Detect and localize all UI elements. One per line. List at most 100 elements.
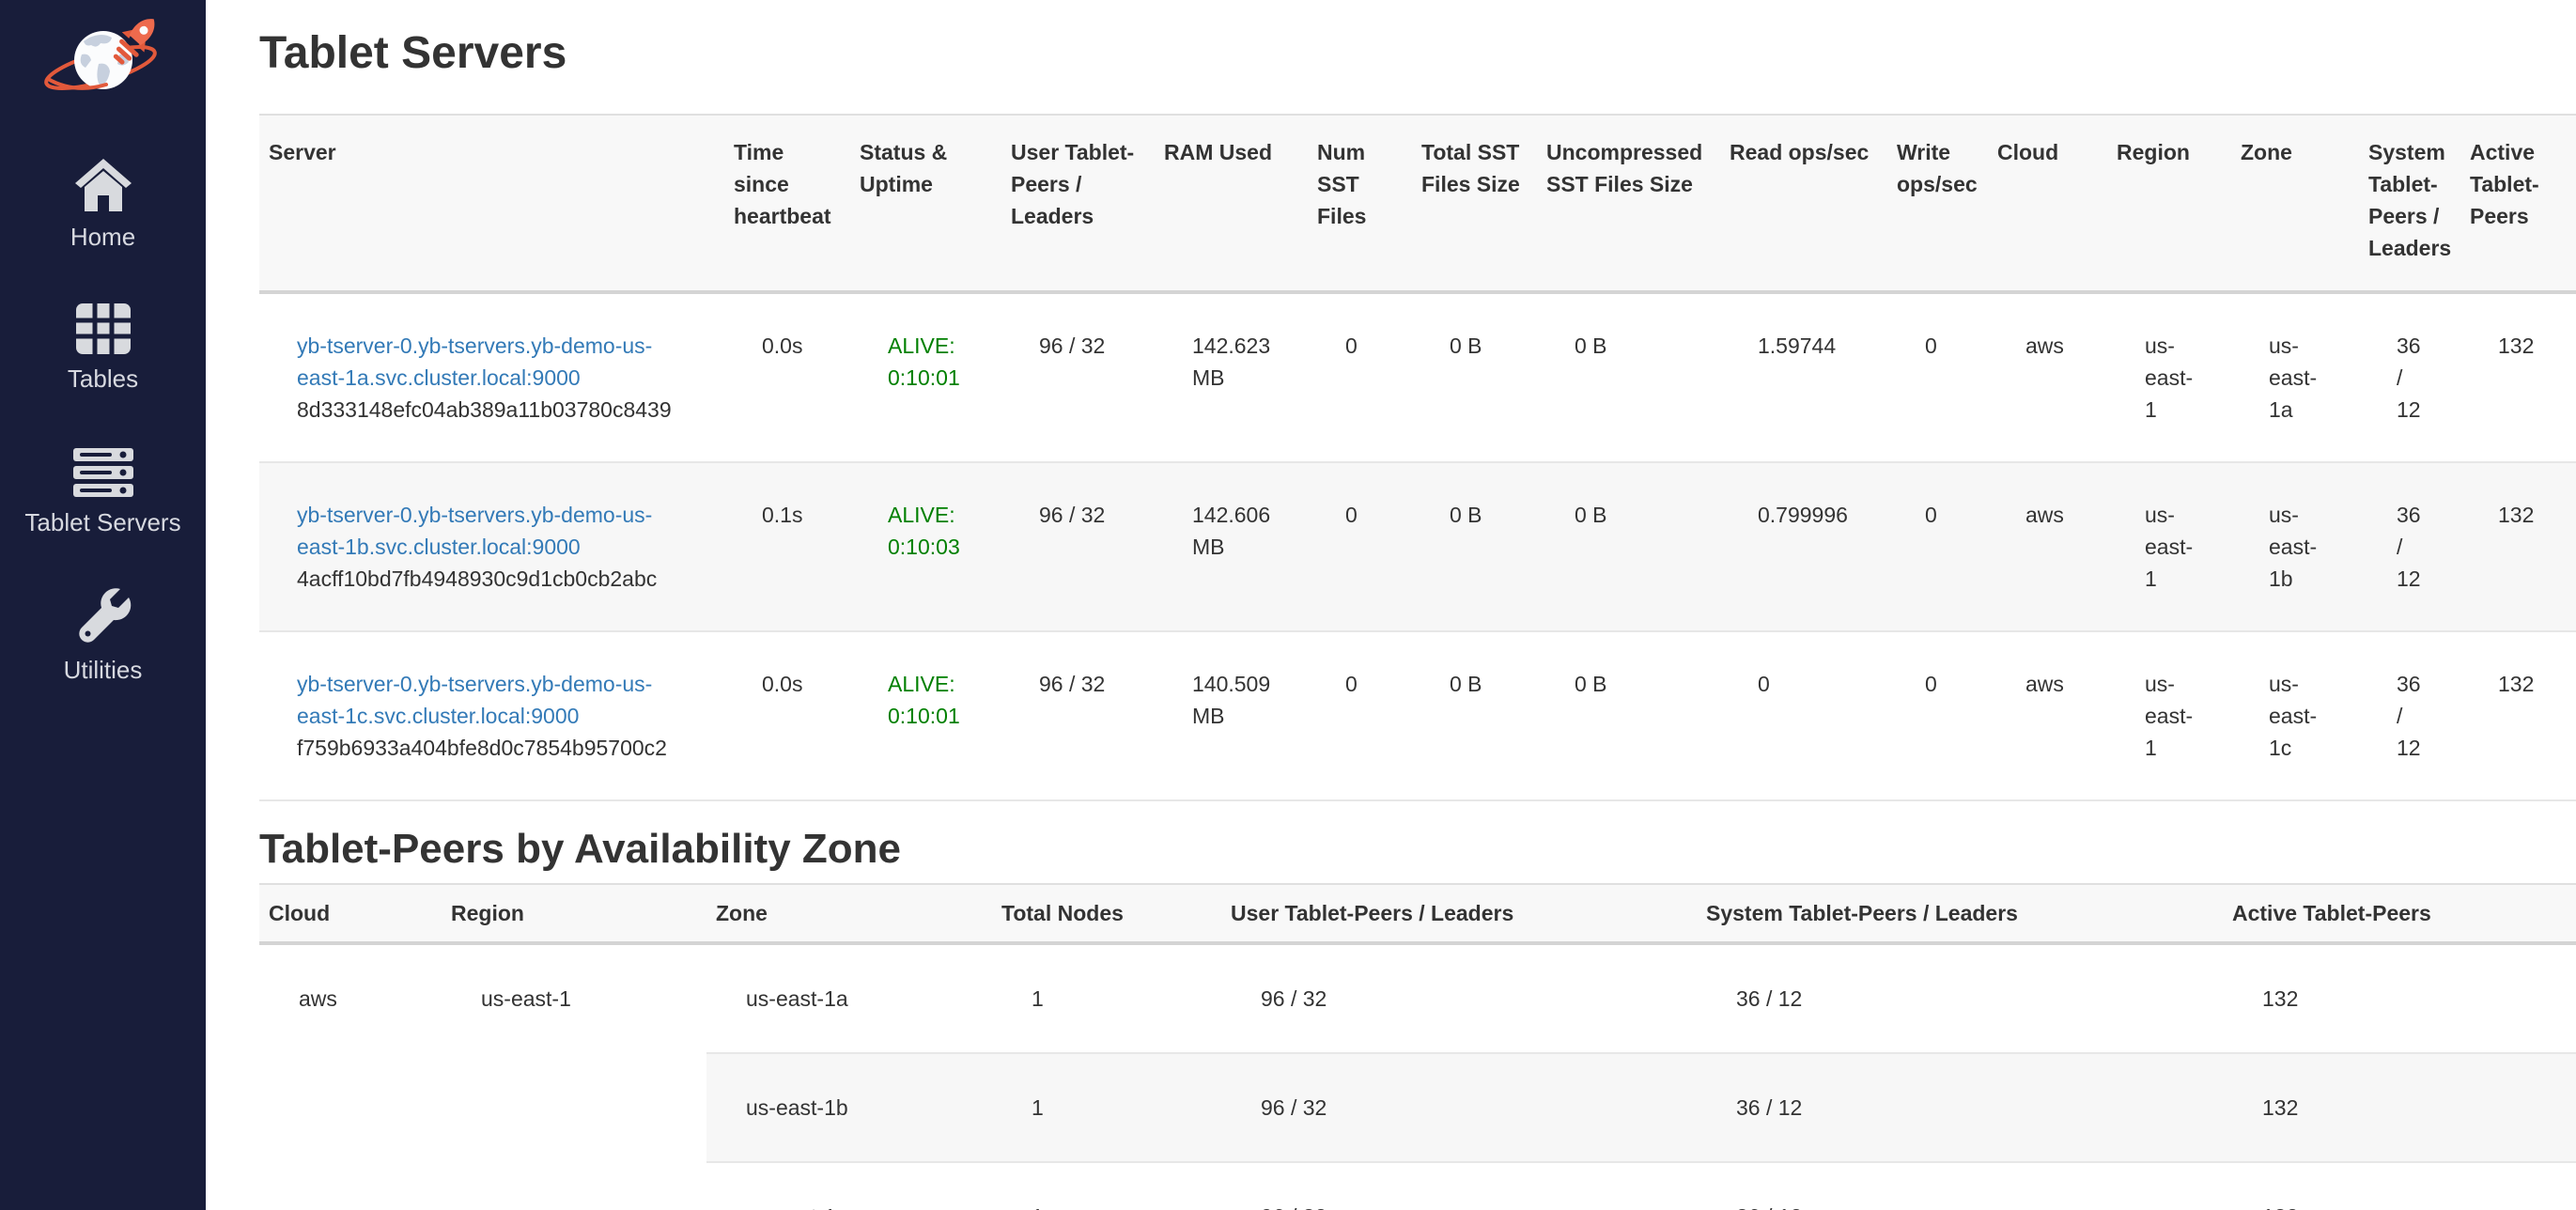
sidebar: Home Tables (0, 0, 206, 1210)
table-row: aws us-east-1 us-east-1a 1 96 / 32 36 / … (259, 943, 2576, 1053)
write-ops-cell: 0 (1887, 292, 1988, 462)
col-header-uncompressed-sst: Uncompressed SST Files Size (1537, 115, 1720, 292)
server-link[interactable]: yb-tserver-0.yb-tservers.yb-demo-us-east… (297, 503, 652, 559)
utilities-icon (73, 588, 133, 646)
status-badge: ALIVE: 0:10:01 (850, 631, 1001, 800)
system-peers-cell: 36 / 12 (2359, 631, 2460, 800)
zone-cell: us-east-1c (706, 1162, 992, 1210)
user-peers-cell: 96 / 32 (1221, 1162, 1697, 1210)
region-cell: us-east-1 (2107, 292, 2231, 462)
user-peers-cell: 96 / 32 (1221, 943, 1697, 1053)
server-uuid: 8d333148efc04ab389a11b03780c8439 (297, 394, 696, 426)
col-header-total-nodes: Total Nodes (992, 884, 1221, 943)
cloud-cell: aws (259, 943, 442, 1210)
server-link[interactable]: yb-tserver-0.yb-tservers.yb-demo-us-east… (297, 334, 652, 390)
globe-rocket-icon (33, 6, 174, 109)
cloud-cell: aws (1988, 292, 2107, 462)
sidebar-item-tables[interactable]: Tables (0, 302, 206, 394)
server-uuid: f759b6933a404bfe8d0c7854b95700c2 (297, 732, 696, 764)
system-peers-cell: 36 / 12 (1697, 1053, 2223, 1162)
main-content: Tablet Servers Server Time since heartbe… (206, 0, 2576, 1210)
col-header-status: Status & Uptime (850, 115, 1001, 292)
server-uuid: 4acff10bd7fb4948930c9d1cb0cb2abc (297, 563, 696, 595)
table-header-row: Cloud Region Zone Total Nodes User Table… (259, 884, 2576, 943)
cloud-cell: aws (1988, 631, 2107, 800)
region-cell: us-east-1 (2107, 462, 2231, 631)
col-header-region: Region (442, 884, 706, 943)
total-nodes-cell: 1 (992, 943, 1221, 1053)
col-header-system-peers: System Tablet-Peers / Leaders (1697, 884, 2223, 943)
status-badge: ALIVE: 0:10:03 (850, 462, 1001, 631)
num-sst-cell: 0 (1308, 462, 1412, 631)
col-header-active-peers: Active Tablet-Peers (2460, 115, 2576, 292)
sidebar-item-label: Utilities (64, 655, 143, 685)
user-peers-cell: 96 / 32 (1221, 1053, 1697, 1162)
sidebar-item-home[interactable]: Home (0, 157, 206, 252)
page-title: Tablet Servers (259, 26, 2576, 81)
table-row: yb-tserver-0.yb-tservers.yb-demo-us-east… (259, 292, 2576, 462)
col-header-write-ops: Write ops/sec (1887, 115, 1988, 292)
sst-size-cell: 0 B (1412, 631, 1537, 800)
write-ops-cell: 0 (1887, 462, 1988, 631)
active-peers-cell: 132 (2223, 943, 2576, 1053)
col-header-ram: RAM Used (1155, 115, 1308, 292)
col-header-server: Server (259, 115, 724, 292)
user-peers-cell: 96 / 32 (1001, 292, 1155, 462)
num-sst-cell: 0 (1308, 631, 1412, 800)
tablet-servers-table: Server Time since heartbeat Status & Upt… (259, 114, 2576, 801)
cloud-cell: aws (1988, 462, 2107, 631)
heartbeat-cell: 0.1s (724, 462, 850, 631)
system-peers-cell: 36 / 12 (2359, 292, 2460, 462)
num-sst-cell: 0 (1308, 292, 1412, 462)
col-header-system-peers: System Tablet-Peers / Leaders (2359, 115, 2460, 292)
section-title-tablet-peers-by-az: Tablet-Peers by Availability Zone (259, 824, 2576, 874)
table-header-row: Server Time since heartbeat Status & Upt… (259, 115, 2576, 292)
zone-cell: us-east-1b (706, 1053, 992, 1162)
uncompressed-sst-cell: 0 B (1537, 462, 1720, 631)
read-ops-cell: 1.59744 (1720, 292, 1887, 462)
sidebar-item-tablet-servers[interactable]: Tablet Servers (0, 448, 206, 537)
active-peers-cell: 132 (2460, 462, 2576, 631)
system-peers-cell: 36 / 12 (2359, 462, 2460, 631)
server-link[interactable]: yb-tserver-0.yb-tservers.yb-demo-us-east… (297, 672, 652, 728)
col-header-user-peers: User Tablet-Peers / Leaders (1001, 115, 1155, 292)
read-ops-cell: 0.799996 (1720, 462, 1887, 631)
col-header-zone: Zone (706, 884, 992, 943)
col-header-cloud: Cloud (1988, 115, 2107, 292)
ram-cell: 140.509 MB (1155, 631, 1308, 800)
col-header-num-sst: Num SST Files (1308, 115, 1412, 292)
table-row: yb-tserver-0.yb-tservers.yb-demo-us-east… (259, 462, 2576, 631)
sidebar-item-label: Tablet Servers (24, 507, 180, 537)
sst-size-cell: 0 B (1412, 462, 1537, 631)
ram-cell: 142.623 MB (1155, 292, 1308, 462)
read-ops-cell: 0 (1720, 631, 1887, 800)
region-cell: us-east-1 (2107, 631, 2231, 800)
col-header-heartbeat: Time since heartbeat (724, 115, 850, 292)
active-peers-cell: 132 (2223, 1162, 2576, 1210)
az-table: Cloud Region Zone Total Nodes User Table… (259, 883, 2576, 1210)
server-cell: yb-tserver-0.yb-tservers.yb-demo-us-east… (259, 631, 724, 800)
system-peers-cell: 36 / 12 (1697, 943, 2223, 1053)
active-peers-cell: 132 (2460, 292, 2576, 462)
col-header-region: Region (2107, 115, 2231, 292)
zone-cell: us-east-1c (2231, 631, 2359, 800)
tablet-servers-icon (72, 448, 134, 499)
uncompressed-sst-cell: 0 B (1537, 631, 1720, 800)
app-window: Home Tables (0, 0, 2576, 1210)
heartbeat-cell: 0.0s (724, 631, 850, 800)
col-header-sst-size: Total SST Files Size (1412, 115, 1537, 292)
table-row: yb-tserver-0.yb-tservers.yb-demo-us-east… (259, 631, 2576, 800)
ram-cell: 142.606 MB (1155, 462, 1308, 631)
write-ops-cell: 0 (1887, 631, 1988, 800)
zone-cell: us-east-1b (2231, 462, 2359, 631)
system-peers-cell: 36 / 12 (1697, 1162, 2223, 1210)
home-icon (73, 157, 133, 213)
zone-cell: us-east-1a (706, 943, 992, 1053)
sidebar-item-utilities[interactable]: Utilities (0, 588, 206, 685)
tables-icon (75, 302, 132, 355)
sst-size-cell: 0 B (1412, 292, 1537, 462)
status-badge: ALIVE: 0:10:01 (850, 292, 1001, 462)
active-peers-cell: 132 (2460, 631, 2576, 800)
total-nodes-cell: 1 (992, 1053, 1221, 1162)
total-nodes-cell: 1 (992, 1162, 1221, 1210)
